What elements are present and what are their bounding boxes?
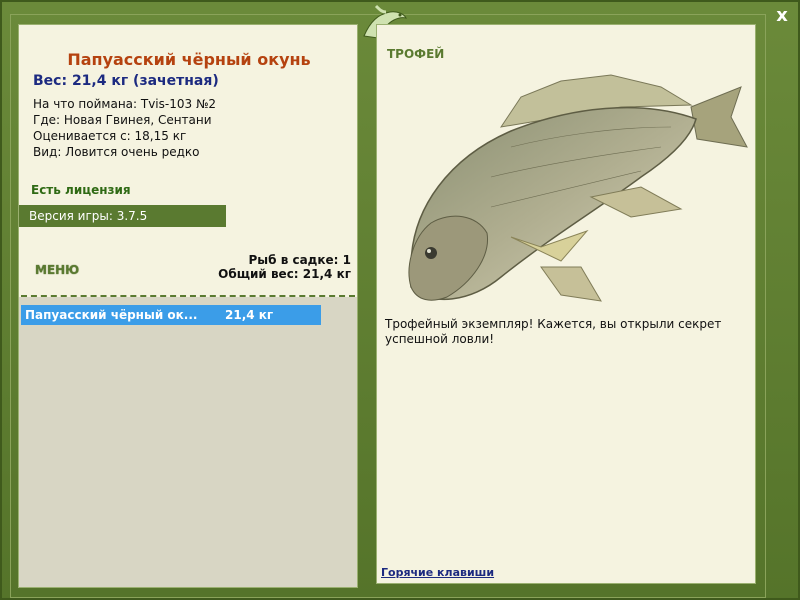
- trophy-panel: ТРОФЕЙ Трофейный экземпляр! Кажется, вы …: [376, 24, 756, 584]
- catch-list-area: [19, 297, 357, 587]
- trophy-description: Трофейный экземпляр! Кажется, вы открыли…: [385, 317, 722, 346]
- fish-image: [408, 74, 748, 302]
- catch-item-weight: 21,4 кг: [225, 308, 274, 322]
- version-bar: Версия игры: 3.7.5: [19, 205, 226, 227]
- rarity-info: Вид: Ловится очень редко: [33, 145, 200, 159]
- trophy-label: ТРОФЕЙ: [387, 47, 445, 61]
- fish-weight: Вес: 21,4 кг (зачетная): [33, 73, 219, 89]
- close-button[interactable]: x: [772, 6, 792, 26]
- location-info: Где: Новая Гвинея, Сентани: [33, 113, 212, 127]
- catch-list-item[interactable]: Папуасский чёрный ок... 21,4 кг: [21, 305, 321, 325]
- bait-info: На что поймана: Tvis-103 №2: [33, 97, 217, 111]
- license-status: Есть лицензия: [31, 183, 131, 197]
- hotkeys-link[interactable]: Горячие клавиши: [381, 566, 494, 579]
- trophy-weight-info: Оценивается с: 18,15 кг: [33, 129, 187, 143]
- fish-count: Рыб в садке: 1: [248, 253, 352, 267]
- menu-button[interactable]: МЕНЮ: [35, 263, 79, 277]
- fish-title: Папуасский чёрный окунь: [67, 50, 311, 69]
- catch-info-panel: Папуасский чёрный окунь Вес: 21,4 кг (за…: [18, 24, 358, 588]
- keepnet-stats: Рыб в садке: 1 Общий вес: 21,4 кг: [218, 253, 351, 281]
- total-weight: Общий вес: 21,4 кг: [218, 267, 351, 281]
- catch-item-name: Папуасский чёрный ок...: [25, 308, 198, 322]
